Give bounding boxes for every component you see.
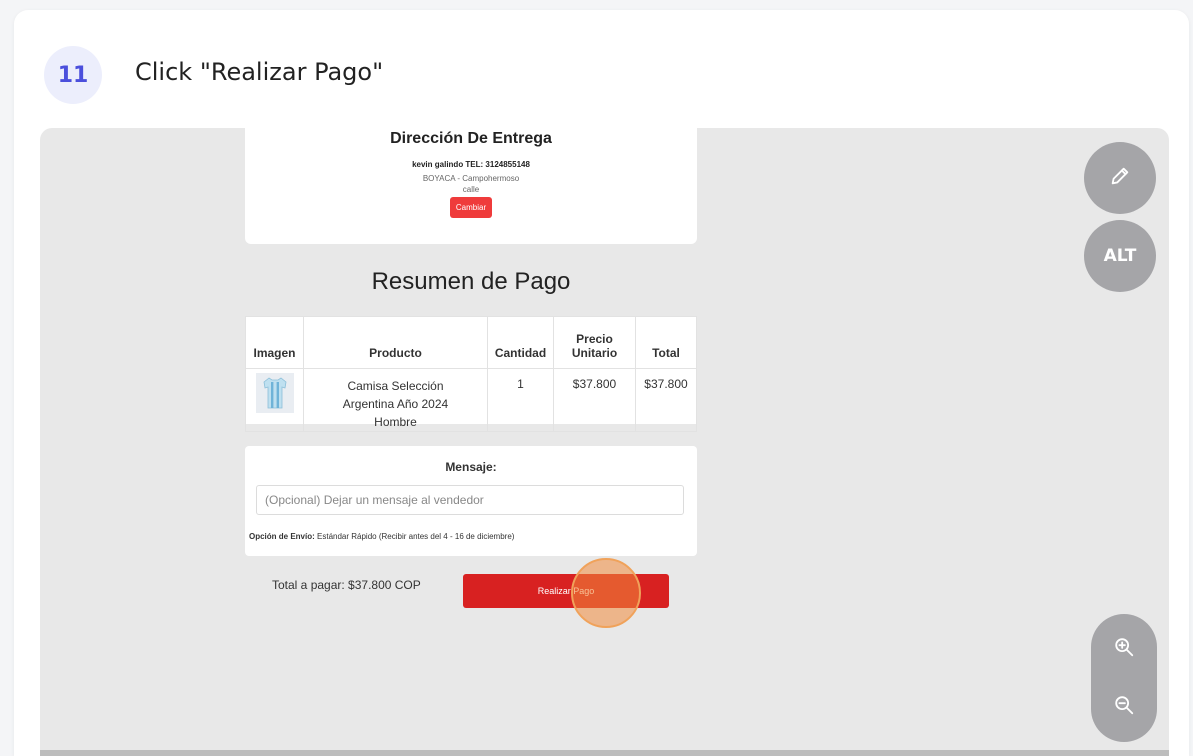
zoom-out-button[interactable] [1091, 680, 1157, 734]
order-table: Imagen Producto Cantidad Precio Unitario… [245, 316, 697, 432]
seller-message-input[interactable] [256, 485, 684, 515]
column-header-product: Producto [303, 316, 488, 369]
zoom-out-icon [1113, 694, 1135, 721]
zoom-in-icon [1113, 636, 1135, 663]
message-section: Mensaje: Opción de Envío: Estándar Rápid… [245, 446, 697, 556]
shipping-option-label: Opción de Envío: [249, 532, 315, 541]
alt-text-button[interactable]: ALT [1084, 220, 1156, 292]
quantity-cell: 1 [487, 368, 554, 432]
product-image-cell [245, 368, 304, 432]
shirt-thumbnail-icon [255, 373, 294, 413]
delivery-address-card: Dirección De Entrega kevin galindo TEL: … [245, 128, 697, 244]
realizar-pago-button[interactable]: Realizar Pago [463, 574, 669, 608]
column-header-unit-price: Precio Unitario [553, 316, 636, 369]
zoom-in-button[interactable] [1091, 622, 1157, 676]
column-header-quantity: Cantidad [487, 316, 554, 369]
pencil-icon [1109, 165, 1131, 192]
step-title: Click "Realizar Pago" [135, 58, 384, 86]
shipping-option: Opción de Envío: Estándar Rápido (Recibi… [249, 532, 514, 541]
delivery-street: calle [462, 185, 480, 194]
delivery-heading: Dirección De Entrega [390, 130, 552, 147]
unit-price-cell: $37.800 [553, 368, 636, 432]
total-cell: $37.800 [635, 368, 697, 432]
product-name-cell: Camisa Selección Argentina Año 2024 Homb… [303, 368, 488, 432]
column-header-image: Imagen [245, 316, 304, 369]
edit-button[interactable] [1084, 142, 1156, 214]
delivery-recipient: kevin galindo TEL: 3124855148 [412, 160, 530, 169]
shipping-option-value: Estándar Rápido (Recibir antes del 4 - 1… [317, 532, 515, 541]
column-header-total: Total [635, 316, 697, 369]
delivery-region: BOYACA - Campohermoso [422, 174, 520, 183]
zoom-controls [1091, 614, 1157, 742]
screenshot-stage: Dirección De Entrega kevin galindo TEL: … [40, 128, 1169, 756]
payment-summary-title: Resumen de Pago [371, 268, 571, 295]
stage-bottom-bar [40, 750, 1169, 756]
step-number-badge: 11 [44, 46, 102, 104]
change-address-button[interactable]: Cambiar [449, 197, 493, 218]
table-row: Camisa Selección Argentina Año 2024 Homb… [245, 368, 697, 432]
table-header-row: Imagen Producto Cantidad Precio Unitario… [245, 316, 697, 369]
total-to-pay: Total a pagar: $37.800 COP [272, 578, 421, 592]
message-label: Mensaje: [445, 460, 497, 474]
